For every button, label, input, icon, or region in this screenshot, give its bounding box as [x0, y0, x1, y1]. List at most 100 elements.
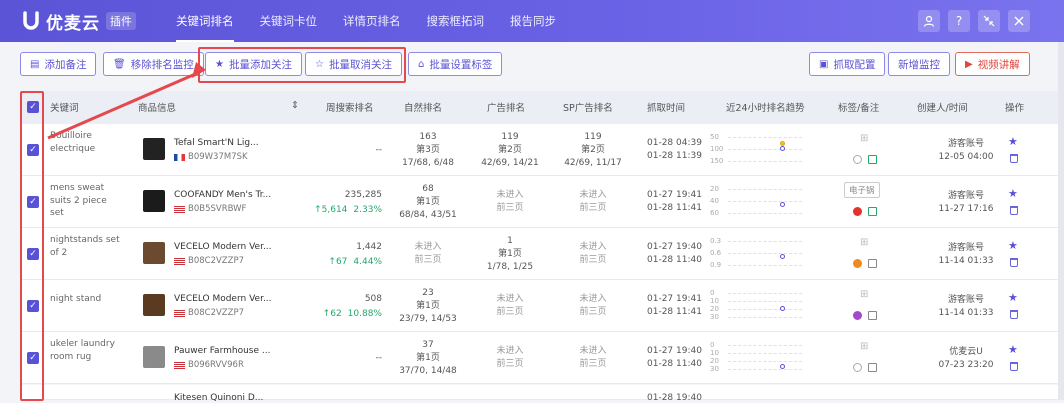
color-marker-icon[interactable] [853, 259, 862, 268]
asin-text[interactable]: B0B5SVRBWF [188, 204, 246, 214]
note-icon[interactable] [868, 259, 877, 268]
add-note-button[interactable]: ▤ 添加备注 [20, 52, 97, 76]
fetch-time: 01-27 19:41 [647, 190, 702, 200]
user-icon[interactable] [918, 10, 940, 32]
color-marker-icon[interactable] [853, 155, 862, 164]
trend-point [780, 254, 785, 259]
tab-keyword-rank[interactable]: 关键词排名 [176, 0, 234, 42]
close-icon[interactable] [1008, 10, 1030, 32]
follow-star-icon[interactable]: ★ [1008, 343, 1018, 356]
trend-axis-label: 50 [710, 133, 719, 141]
note-icon[interactable] [868, 311, 877, 320]
trend-sparkline[interactable]: 20 40 60 [710, 185, 820, 220]
product-title[interactable]: VECELO Modern Ver... [174, 242, 272, 252]
color-marker-icon[interactable] [853, 363, 862, 372]
delete-icon[interactable] [1010, 362, 1018, 371]
ad-rank-line: 1 [507, 236, 513, 246]
asin-text[interactable]: B08C2VZZP7 [188, 308, 244, 318]
asin-text[interactable]: B08C2VZZP7 [188, 256, 244, 266]
product-thumbnail[interactable] [143, 346, 165, 368]
vertical-scrollbar[interactable] [1058, 42, 1064, 400]
product-title[interactable]: Kitesen Quinoni D... [174, 393, 263, 403]
weekly-rank-value: -- [375, 145, 383, 155]
natural-rank-line: 23/79, 14/53 [399, 314, 457, 324]
trend-axis-label: 30 [710, 313, 719, 321]
remove-monitor-button[interactable]: 🗑 移除排名监控 [103, 52, 204, 76]
add-tag-icon[interactable]: ⊞ [860, 341, 868, 352]
tab-search-expand[interactable]: 搜索框拓词 [427, 0, 485, 42]
table-row[interactable]: ✓ mens sweat suits 2 piece set COOFANDY Me… [20, 176, 1058, 228]
asin-text[interactable]: B096RVV96R [188, 360, 244, 370]
col-natural-rank[interactable]: 自然排名 [404, 100, 442, 114]
trend-sparkline[interactable]: 0.3 0.6 0.9 [710, 237, 820, 272]
asin-row: B08C2VZZP7 [174, 308, 244, 318]
keyword-text: mens sweat suits 2 piece set [50, 183, 107, 218]
follow-star-icon[interactable]: ★ [1008, 187, 1018, 200]
col-sp-rank[interactable]: SP广告排名 [563, 100, 613, 114]
trend-sparkline[interactable]: 0 10 20 30 [710, 341, 820, 376]
fetch-time: 01-27 19:40 [647, 346, 702, 356]
col-weekly-rank[interactable]: 周搜索排名 [326, 100, 374, 114]
france-flag-icon [174, 153, 185, 161]
fetch-config-button[interactable]: ▣ 抓取配置 [809, 52, 886, 76]
product-title[interactable]: Tefal Smart'N Lig... [174, 138, 259, 148]
trend-gridline [728, 309, 802, 310]
trend-axis-label: 60 [710, 209, 719, 217]
col-fetch-time[interactable]: 抓取时间 [647, 100, 685, 114]
trend-gridline [728, 345, 802, 346]
product-title[interactable]: COOFANDY Men's Tr... [174, 190, 271, 200]
trend-sparkline[interactable]: 50 100 150 [710, 133, 820, 168]
add-monitor-button[interactable]: 新增监控 [888, 52, 950, 76]
asin-text[interactable]: B09W37M7SK [188, 152, 248, 162]
product-thumbnail[interactable] [143, 138, 165, 160]
video-guide-label: 视频讲解 [977, 58, 1020, 71]
ad-rank-line: 前三页 [496, 359, 524, 369]
add-tag-icon[interactable]: ⊞ [860, 133, 868, 144]
product-title[interactable]: VECELO Modern Ver... [174, 294, 272, 304]
table-row[interactable]: ✓ Bouilloire electrique Tefal Smart'N Lig.… [20, 124, 1058, 176]
tag-chip[interactable]: 电子锅 [844, 182, 880, 198]
col-ad-rank[interactable]: 广告排名 [487, 100, 525, 114]
follow-star-icon[interactable]: ★ [1008, 239, 1018, 252]
tab-keyword-position[interactable]: 关键词卡位 [260, 0, 318, 42]
batch-tag-button[interactable]: ⌂ 批量设置标签 [408, 52, 503, 76]
product-thumbnail[interactable] [143, 242, 165, 264]
fetch-time: 01-28 11:41 [647, 203, 702, 213]
video-guide-button[interactable]: ▶ 视频讲解 [955, 52, 1030, 76]
add-tag-icon[interactable]: ⊞ [860, 237, 868, 248]
table-row[interactable]: ✓ ukeler laundry room rug Pauwer Farmhouse… [20, 332, 1058, 384]
product-thumbnail[interactable] [143, 190, 165, 212]
collapse-icon[interactable] [978, 10, 1000, 32]
trend-sparkline[interactable]: 0 10 20 30 [710, 289, 820, 324]
highlight-batch-follow [198, 47, 406, 83]
weekly-change-value: ↑62 [322, 309, 342, 319]
table-row[interactable]: ✓ night stand VECELO Modern Ver... B08C2VZZ… [20, 280, 1058, 332]
follow-star-icon[interactable]: ★ [1008, 291, 1018, 304]
note-icon[interactable] [868, 363, 877, 372]
delete-icon[interactable] [1010, 206, 1018, 215]
delete-icon[interactable] [1010, 310, 1018, 319]
tab-report-sync[interactable]: 报告同步 [510, 0, 556, 42]
table-row[interactable]: ✓ nightstands set of 2 VECELO Modern Ver..… [20, 228, 1058, 280]
product-thumbnail[interactable] [143, 294, 165, 316]
sp-rank-line: 第2页 [581, 145, 605, 155]
tab-detail-rank[interactable]: 详情页排名 [343, 0, 401, 42]
help-icon[interactable]: ? [948, 10, 970, 32]
follow-star-icon[interactable]: ★ [1008, 135, 1018, 148]
add-tag-icon[interactable]: ⊞ [860, 289, 868, 300]
color-marker-icon[interactable] [853, 311, 862, 320]
trend-axis-label: 20 [710, 357, 719, 365]
product-title[interactable]: Pauwer Farmhouse ... [174, 346, 270, 356]
ad-rank-line: 第1页 [498, 249, 522, 259]
col-creator[interactable]: 创建人/时间 [917, 100, 968, 114]
delete-icon[interactable] [1010, 154, 1018, 163]
note-icon[interactable] [868, 207, 877, 216]
note-icon[interactable] [868, 155, 877, 164]
trend-gridline [728, 293, 802, 294]
asin-row: B0B5SVRBWF [174, 204, 246, 214]
sort-icon[interactable]: ⇕ [291, 100, 299, 111]
delete-icon[interactable] [1010, 258, 1018, 267]
fetch-time: 01-28 19:40 [647, 393, 702, 403]
color-marker-icon[interactable] [853, 207, 862, 216]
table-row-partial[interactable]: Kitesen Quinoni D... 01-28 19:40 [20, 385, 1058, 403]
